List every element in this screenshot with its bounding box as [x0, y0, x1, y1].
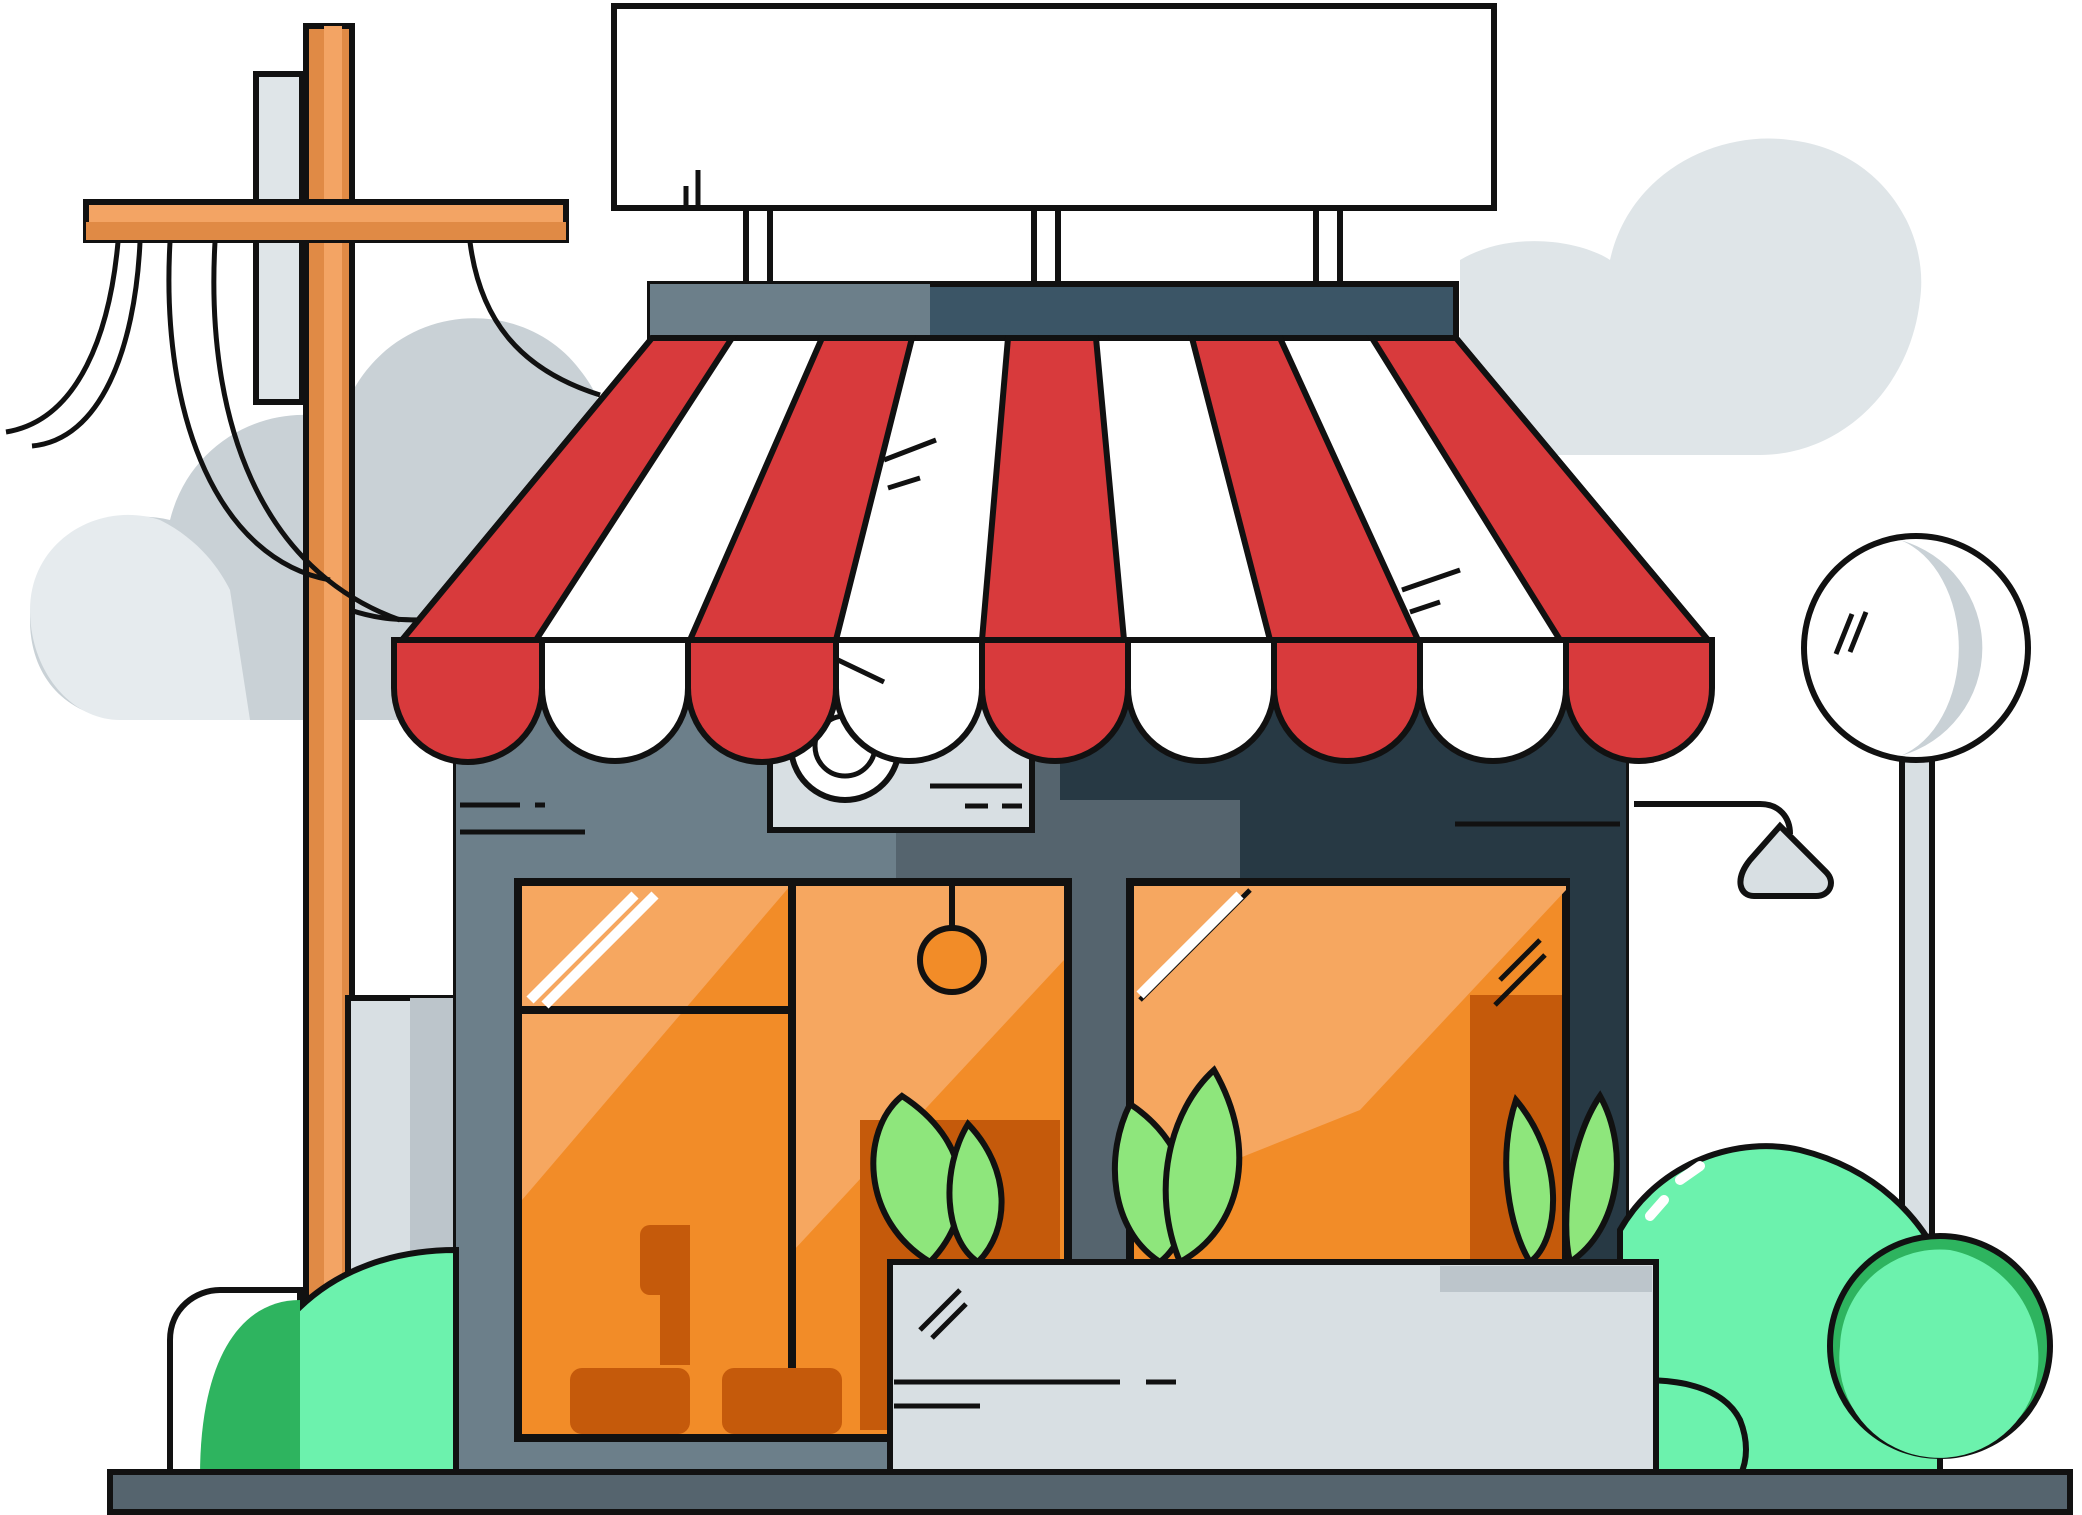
- ground-strip: [107, 1469, 2073, 1515]
- rooftop-signboard: [611, 3, 1497, 289]
- cloud-right: [1460, 138, 1922, 455]
- storefront-illustration: [5, 3, 2073, 1515]
- roof-band: [647, 281, 1459, 343]
- planter-box: [887, 1259, 1659, 1479]
- awning-scallops: [391, 637, 1715, 765]
